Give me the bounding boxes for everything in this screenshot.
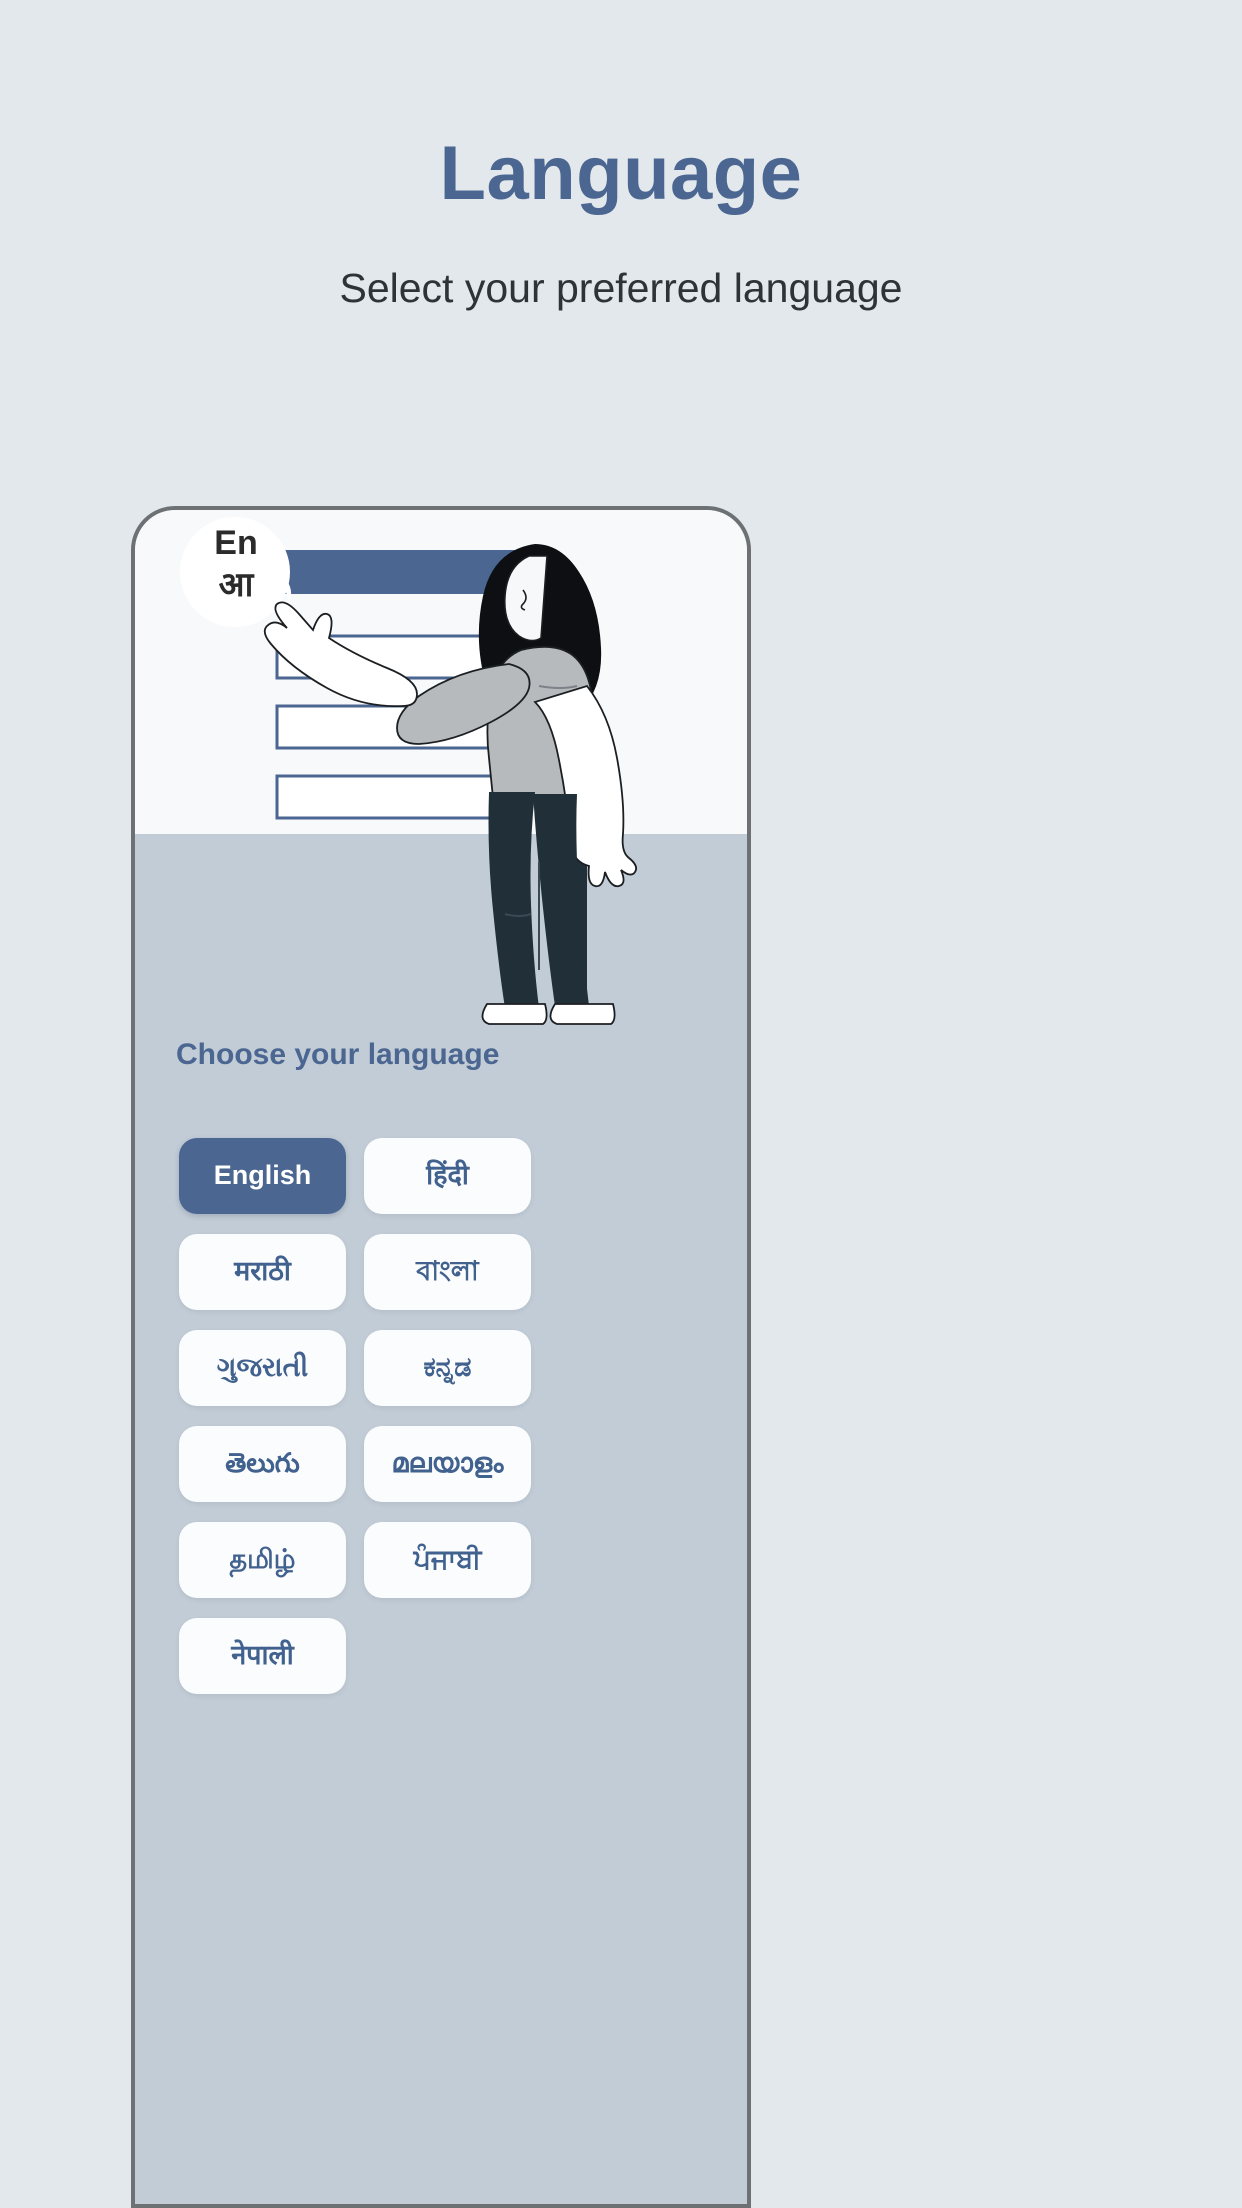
illustration-area: En आ bbox=[135, 510, 747, 1025]
woman-shoe-left bbox=[481, 1003, 548, 1025]
woman-shoe-right bbox=[549, 1003, 616, 1025]
language-button[interactable]: ಕನ್ನಡ bbox=[364, 1330, 531, 1406]
page-title: Language bbox=[439, 131, 803, 216]
woman-front-leg bbox=[488, 792, 539, 1008]
woman-pointing-illustration: En आ bbox=[180, 517, 638, 1025]
speech-bubble-text-en: En bbox=[214, 524, 257, 562]
illo-field-3 bbox=[275, 774, 517, 820]
page-subtitle: Select your preferred language bbox=[339, 265, 903, 311]
phone-mockup: En आ Choose your language English हिंदी … bbox=[131, 506, 751, 2208]
language-grid: English हिंदी मराठी বাংলা ગુજરાતી ಕನ್ನಡ తెలుగు… bbox=[179, 1138, 715, 1694]
choose-language-label: Choose your language bbox=[176, 1038, 500, 1071]
language-button[interactable]: नेपाली bbox=[179, 1618, 346, 1694]
language-button[interactable]: বাংলা bbox=[364, 1234, 531, 1310]
language-button[interactable]: English bbox=[179, 1138, 346, 1214]
language-button[interactable]: मराठी bbox=[179, 1234, 346, 1310]
language-button[interactable]: தமிழ் bbox=[179, 1522, 346, 1598]
language-button[interactable]: ગુજરાતી bbox=[179, 1330, 346, 1406]
language-button[interactable]: ਪੰਜਾਬੀ bbox=[364, 1522, 531, 1598]
language-selection-screen: Language Select your preferred language … bbox=[0, 0, 1242, 2208]
language-button[interactable]: हिंदी bbox=[364, 1138, 531, 1214]
illo-selected-row bbox=[277, 550, 515, 594]
language-button[interactable]: മലയാളം bbox=[364, 1426, 531, 1502]
header: Language Select your preferred language bbox=[0, 0, 1242, 309]
language-button[interactable]: తెలుగు bbox=[179, 1426, 346, 1502]
speech-bubble-text-aa: आ bbox=[219, 565, 255, 605]
